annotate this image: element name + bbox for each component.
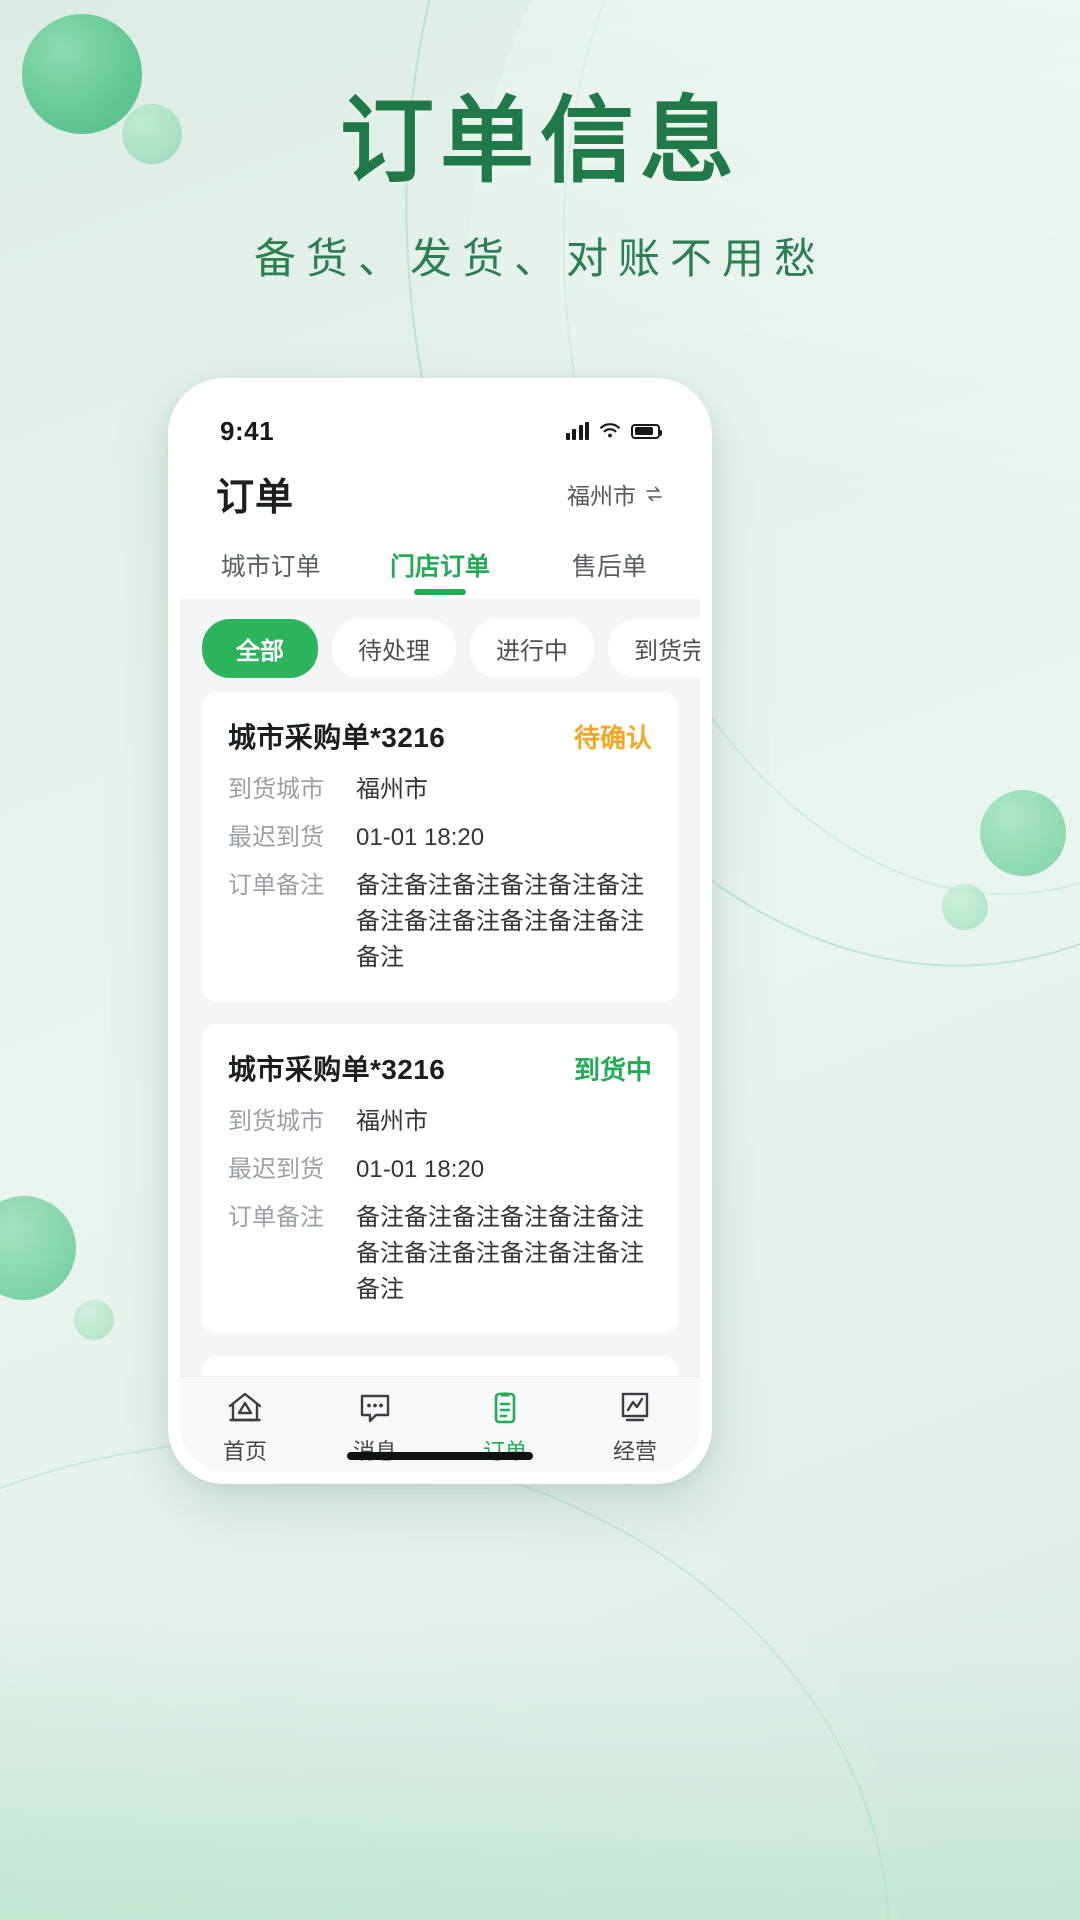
order-number: 城市采购单*3216	[228, 722, 446, 753]
filter-chip-inprogress[interactable]: 进行中	[470, 619, 594, 678]
home-indicator	[347, 1452, 533, 1460]
tab-aftersales-orders[interactable]: 售后单	[525, 541, 694, 599]
order-card-header: 城市采购单*3216 到货中	[228, 1048, 652, 1088]
nav-item-message-label: 消息	[353, 1434, 397, 1466]
city-selector[interactable]: 福州市	[567, 477, 664, 511]
order-eta-value: 01-01 18:20	[356, 1156, 485, 1183]
battery-icon	[631, 423, 662, 439]
promo-subtitle: 备货、发货、对账不用愁	[253, 234, 826, 282]
order-type-tabs: 城市订单 门店订单 售后单	[180, 541, 700, 599]
order-city-label: 到货城市	[228, 776, 324, 803]
home-icon	[228, 1392, 262, 1422]
nav-item-home-label: 首页	[222, 1439, 267, 1464]
tab-active-underline	[413, 589, 466, 595]
clipboard-icon	[494, 1392, 516, 1424]
status-bar: 9:41	[180, 390, 700, 456]
order-city-value: 福州市	[356, 1108, 428, 1135]
order-eta-label: 最迟到货	[228, 1156, 324, 1183]
status-bar-time: 9:41	[220, 415, 275, 446]
order-row-eta: 最迟到货 01-01 18:20	[228, 820, 652, 856]
message-icon	[360, 1394, 390, 1423]
promo-title: 订单信息	[339, 88, 740, 193]
order-row-remark: 订单备注 备注备注备注备注备注备注备注备注备注备注备注备注备注	[228, 868, 652, 976]
filter-chip-all[interactable]: 全部	[202, 619, 318, 678]
city-selector-label: 福州市	[567, 482, 636, 509]
signal-bars-icon	[565, 422, 589, 440]
tab-aftersales-orders-label: 售后单	[571, 553, 647, 581]
order-list[interactable]: 城市采购单*3216 待确认 到货城市 福州市 最迟到货 01-01 18:20…	[180, 692, 700, 1376]
tab-city-orders-label: 城市订单	[220, 553, 321, 581]
tab-city-orders[interactable]: 城市订单	[186, 541, 355, 599]
order-remark-value: 备注备注备注备注备注备注备注备注备注备注备注备注备注	[356, 1204, 644, 1303]
app-header: 订单 福州市	[180, 456, 700, 541]
order-status-badge: 到货中	[573, 1055, 652, 1085]
status-bar-icons	[565, 422, 662, 440]
tab-store-orders[interactable]: 门店订单	[355, 541, 524, 599]
order-card[interactable]: 城市采购单*3216 待确认 到货城市 福州市 最迟到货 01-01 18:20…	[202, 692, 678, 1002]
wifi-icon	[600, 423, 620, 438]
order-row-remark: 订单备注 备注备注备注备注备注备注备注备注备注备注备注备注备注	[228, 1200, 652, 1308]
order-remark-label: 订单备注	[228, 1204, 324, 1231]
order-eta-label: 最迟到货	[228, 824, 324, 851]
swap-arrows-icon	[646, 486, 662, 501]
order-row-city: 到货城市 福州市	[228, 1104, 652, 1140]
order-city-label: 到货城市	[228, 1108, 324, 1135]
filter-chip-arrived[interactable]: 到货完成	[608, 619, 700, 678]
order-city-value: 福州市	[356, 776, 428, 803]
decorative-bubble-6	[74, 1300, 114, 1340]
order-row-city: 到货城市 福州市	[228, 772, 652, 808]
order-remark-label: 订单备注	[228, 872, 324, 899]
filter-chip-bar[interactable]: 全部 待处理 进行中 到货完成 结算	[180, 599, 700, 692]
nav-item-business[interactable]: 经营	[570, 1389, 700, 1466]
chart-icon	[621, 1392, 649, 1422]
page-title: 订单	[216, 477, 295, 519]
tab-store-orders-label: 门店订单	[389, 553, 490, 581]
phone-screen: 9:41 订单 福州市 城市订单 门店订单 售后单 全部 待处理 进行中 到货完…	[180, 390, 700, 1472]
filter-chip-pending[interactable]: 待处理	[332, 619, 456, 678]
decorative-bubble-4	[942, 884, 988, 930]
order-card[interactable]: 城市采购单*3216 到货中 到货城市 福州市 最迟到货 01-01 18:20…	[202, 1024, 678, 1334]
nav-item-home[interactable]: 首页	[180, 1389, 310, 1466]
promo-headline: 订单信息 备货、发货、对账不用愁	[0, 88, 1080, 286]
decorative-bubble-5	[0, 1196, 76, 1300]
phone-mockup: 9:41 订单 福州市 城市订单 门店订单 售后单 全部 待处理 进行中 到货完…	[168, 378, 712, 1484]
veil-bottom	[0, 1620, 1080, 1920]
decorative-bubble-3	[980, 790, 1066, 876]
order-card-header: 城市采购单*3216 待确认	[228, 716, 652, 756]
nav-item-business-label: 经营	[612, 1439, 657, 1464]
nav-item-orders-label: 订单	[483, 1434, 527, 1466]
order-remark-value: 备注备注备注备注备注备注备注备注备注备注备注备注备注	[356, 872, 644, 971]
order-eta-value: 01-01 18:20	[356, 824, 485, 851]
order-number: 城市采购单*3216	[228, 1054, 446, 1085]
order-row-eta: 最迟到货 01-01 18:20	[228, 1152, 652, 1188]
order-status-badge: 待确认	[573, 723, 652, 753]
order-card[interactable]: 城市采购单*3216 已完成 到货城市 福州市 最迟到货 01-01 18:20…	[202, 1356, 678, 1376]
